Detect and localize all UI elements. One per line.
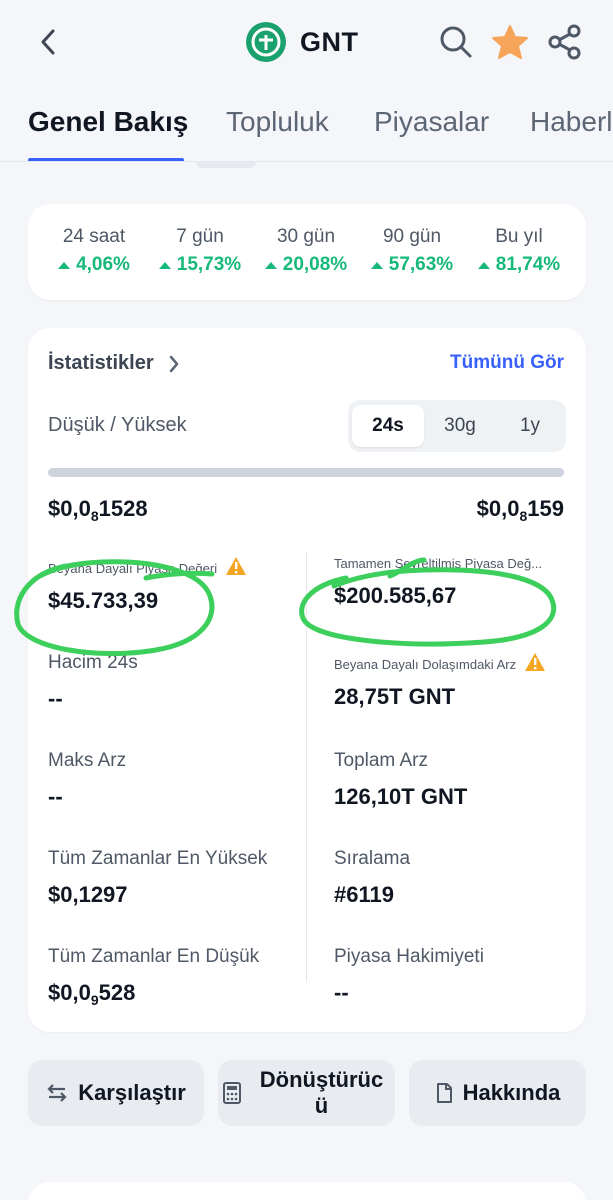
arrow-up-icon (158, 261, 171, 269)
calculator-icon (222, 1082, 241, 1104)
range-high-value: $0,08159 (476, 496, 564, 524)
top-bar: GNT (0, 0, 613, 90)
perf-24h: 24 saat 4,06% (34, 226, 154, 276)
low-high-range-bar (48, 468, 564, 477)
stat-label: Tüm Zamanlar En Yüksek (48, 848, 268, 869)
star-icon (492, 25, 528, 59)
perf-90d: 90 gün 57,63% (352, 226, 472, 276)
perf-7d: 7 gün 15,73% (140, 226, 260, 276)
stat-fully-diluted-market-cap: Tamamen Seyreltilmiş Piyasa Değ... $200.… (334, 556, 542, 609)
warning-icon[interactable] (524, 652, 546, 672)
stat-circulating-supply: Beyana Dayalı Dolaşımdaki Arz 28,75T GNT (334, 652, 546, 710)
period-selector: 24s 30g 1y (348, 400, 566, 452)
perf-label: 90 gün (382, 226, 442, 247)
stat-value: 28,75T GNT (334, 684, 456, 709)
stat-label: Beyana Dayalı Piyasa Değeri (48, 561, 218, 576)
chevron-left-icon (41, 29, 55, 55)
stat-label: Maks Arz (48, 750, 127, 771)
about-button[interactable]: Hakkında (409, 1060, 586, 1126)
tab-news[interactable]: Haberler (530, 106, 613, 138)
compare-arrows-icon (47, 1084, 67, 1102)
coin-symbol: GNT (300, 26, 359, 57)
perf-value: 20,08% (282, 254, 348, 275)
document-icon (436, 1083, 452, 1103)
compare-button[interactable]: Karşılaştır (28, 1060, 204, 1126)
perf-label: 30 gün (276, 226, 336, 247)
section-tabs: Genel Bakış Topluluk Piyasalar Haberler (0, 100, 613, 162)
about-label: Hakkında (462, 1080, 561, 1105)
period-30d-button[interactable]: 30g (424, 405, 496, 447)
stat-value: #6119 (334, 882, 394, 907)
coin-title: GNT (246, 20, 359, 64)
arrow-up-icon (264, 261, 277, 269)
converter-button[interactable]: Dönüştürüc ü (218, 1060, 395, 1126)
arrow-up-icon (370, 261, 383, 269)
stat-rank: Sıralama #6119 (334, 848, 410, 908)
statistics-title: İstatistikler (48, 352, 154, 374)
stat-total-supply: Toplam Arz 126,10T GNT (334, 750, 467, 810)
stat-value: $45.733,39 (48, 588, 159, 613)
warning-icon[interactable] (225, 556, 247, 576)
next-section-card (28, 1182, 586, 1200)
price-performance-card: 24 saat 4,06% 7 gün 15,73% 30 gün 20,08%… (28, 204, 586, 300)
stat-value: -- (48, 686, 63, 711)
stat-label: Sıralama (334, 848, 411, 869)
compare-label: Karşılaştır (78, 1080, 186, 1105)
favorite-button[interactable] (490, 22, 530, 62)
arrow-up-icon (477, 261, 490, 269)
stat-all-time-high: Tüm Zamanlar En Yüksek $0,1297 (48, 848, 267, 908)
perf-value: 15,73% (176, 254, 242, 275)
perf-ytd: Bu yıl 81,74% (459, 226, 579, 276)
tab-overview[interactable]: Genel Bakış (28, 106, 188, 138)
perf-value: 81,74% (495, 254, 561, 275)
range-low-value: $0,081528 (48, 496, 148, 524)
tab-community[interactable]: Topluluk (226, 106, 329, 138)
column-divider (306, 552, 307, 982)
low-high-label: Düşük / Yüksek (48, 414, 187, 436)
perf-30d: 30 gün 20,08% (246, 226, 366, 276)
perf-label: 24 saat (62, 226, 126, 247)
stat-market-dominance: Piyasa Hakimiyeti -- (334, 946, 484, 1006)
stat-max-supply: Maks Arz -- (48, 750, 126, 810)
tab-markets[interactable]: Piyasalar (374, 106, 489, 138)
perf-value: 4,06% (76, 254, 130, 275)
back-button[interactable] (30, 24, 66, 60)
coin-detail-page: GNT Genel Bakış Topluluk Piyasalar Haber… (0, 0, 613, 1200)
search-button[interactable] (436, 22, 476, 62)
period-24h-button[interactable]: 24s (352, 405, 424, 447)
chevron-right-icon (169, 355, 178, 372)
stat-volume-24h: Hacim 24s -- (48, 652, 138, 712)
arrow-up-icon (58, 261, 71, 269)
stat-value: $0,09528 (48, 980, 136, 1008)
stat-label: Piyasa Hakimiyeti (334, 946, 484, 967)
perf-value: 57,63% (388, 254, 454, 275)
active-tab-indicator (28, 158, 184, 161)
stat-label: Tamamen Seyreltilmiş Piyasa Değ... (334, 556, 543, 571)
stat-self-reported-market-cap: Beyana Dayalı Piyasa Değeri $45.733,39 (48, 556, 247, 614)
tab-shadow (196, 162, 256, 168)
view-all-link[interactable]: Tümünü Gör (450, 352, 564, 374)
statistics-card: İstatistikler Tümünü Gör Düşük / Yüksek … (28, 328, 586, 1032)
perf-label: Bu yıl (495, 226, 543, 247)
stat-value: $0,1297 (48, 882, 128, 907)
period-1y-button[interactable]: 1y (494, 405, 566, 447)
share-icon (548, 24, 581, 60)
gnt-logo-icon (246, 22, 286, 62)
stat-label: Beyana Dayalı Dolaşımdaki Arz (334, 657, 517, 672)
share-button[interactable] (545, 22, 585, 62)
stat-value: 126,10T GNT (334, 784, 468, 809)
statistics-header[interactable]: İstatistikler (48, 352, 180, 375)
search-icon (440, 26, 472, 58)
converter-label: Dönüştürüc ü (259, 1067, 384, 1118)
stat-all-time-low: Tüm Zamanlar En Düşük $0,09528 (48, 946, 259, 1008)
stat-value: -- (48, 784, 63, 809)
stat-label: Tüm Zamanlar En Düşük (48, 946, 260, 967)
stat-value: $200.585,67 (334, 583, 457, 608)
perf-label: 7 gün (176, 226, 224, 247)
stat-label: Hacim 24s (48, 652, 138, 673)
stat-value: -- (334, 980, 349, 1005)
stat-label: Toplam Arz (334, 750, 428, 771)
